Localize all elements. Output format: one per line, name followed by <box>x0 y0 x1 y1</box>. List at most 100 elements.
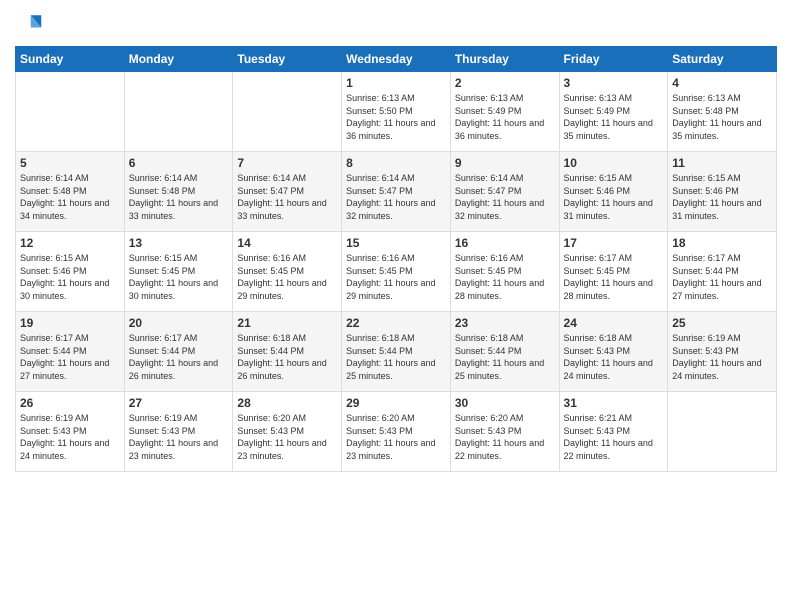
calendar-day-cell <box>124 72 233 152</box>
day-info: Sunrise: 6:18 AM Sunset: 5:44 PM Dayligh… <box>237 332 337 382</box>
calendar-day-cell: 26 Sunrise: 6:19 AM Sunset: 5:43 PM Dayli… <box>16 392 125 472</box>
calendar-day-cell: 15 Sunrise: 6:16 AM Sunset: 5:45 PM Dayli… <box>342 232 451 312</box>
calendar-day-cell: 21 Sunrise: 6:18 AM Sunset: 5:44 PM Dayli… <box>233 312 342 392</box>
day-number: 12 <box>20 236 120 250</box>
calendar-day-cell: 2 Sunrise: 6:13 AM Sunset: 5:49 PM Daylig… <box>450 72 559 152</box>
day-info: Sunrise: 6:14 AM Sunset: 5:47 PM Dayligh… <box>237 172 337 222</box>
calendar-day-cell: 10 Sunrise: 6:15 AM Sunset: 5:46 PM Dayli… <box>559 152 668 232</box>
day-number: 29 <box>346 396 446 410</box>
calendar-day-cell: 27 Sunrise: 6:19 AM Sunset: 5:43 PM Dayli… <box>124 392 233 472</box>
calendar-day-cell: 3 Sunrise: 6:13 AM Sunset: 5:49 PM Daylig… <box>559 72 668 152</box>
logo <box>15 10 47 38</box>
day-number: 28 <box>237 396 337 410</box>
day-info: Sunrise: 6:18 AM Sunset: 5:44 PM Dayligh… <box>455 332 555 382</box>
calendar-day-cell <box>668 392 777 472</box>
calendar-day-cell: 28 Sunrise: 6:20 AM Sunset: 5:43 PM Dayli… <box>233 392 342 472</box>
day-number: 24 <box>564 316 664 330</box>
day-number: 15 <box>346 236 446 250</box>
day-of-week-header: Wednesday <box>342 47 451 72</box>
calendar-day-cell: 6 Sunrise: 6:14 AM Sunset: 5:48 PM Daylig… <box>124 152 233 232</box>
day-number: 23 <box>455 316 555 330</box>
day-number: 4 <box>672 76 772 90</box>
day-info: Sunrise: 6:14 AM Sunset: 5:48 PM Dayligh… <box>20 172 120 222</box>
day-number: 22 <box>346 316 446 330</box>
day-info: Sunrise: 6:15 AM Sunset: 5:46 PM Dayligh… <box>20 252 120 302</box>
day-of-week-header: Thursday <box>450 47 559 72</box>
calendar-header-row: SundayMondayTuesdayWednesdayThursdayFrid… <box>16 47 777 72</box>
page: SundayMondayTuesdayWednesdayThursdayFrid… <box>0 0 792 612</box>
day-info: Sunrise: 6:21 AM Sunset: 5:43 PM Dayligh… <box>564 412 664 462</box>
day-info: Sunrise: 6:20 AM Sunset: 5:43 PM Dayligh… <box>346 412 446 462</box>
calendar-day-cell: 30Sunrise: 6:20 AM Sunset: 5:43 PM Dayli… <box>450 392 559 472</box>
day-number: 6 <box>129 156 229 170</box>
calendar-day-cell: 13 Sunrise: 6:15 AM Sunset: 5:45 PM Dayli… <box>124 232 233 312</box>
day-info: Sunrise: 6:14 AM Sunset: 5:48 PM Dayligh… <box>129 172 229 222</box>
day-info: Sunrise: 6:13 AM Sunset: 5:50 PM Dayligh… <box>346 92 446 142</box>
calendar-week-row: 19 Sunrise: 6:17 AM Sunset: 5:44 PM Dayli… <box>16 312 777 392</box>
calendar-day-cell: 29 Sunrise: 6:20 AM Sunset: 5:43 PM Dayli… <box>342 392 451 472</box>
day-number: 13 <box>129 236 229 250</box>
calendar-day-cell: 20Sunrise: 6:17 AM Sunset: 5:44 PM Dayli… <box>124 312 233 392</box>
calendar-day-cell: 4 Sunrise: 6:13 AM Sunset: 5:48 PM Daylig… <box>668 72 777 152</box>
day-of-week-header: Tuesday <box>233 47 342 72</box>
calendar-day-cell: 9Sunrise: 6:14 AM Sunset: 5:47 PM Daylig… <box>450 152 559 232</box>
day-info: Sunrise: 6:18 AM Sunset: 5:44 PM Dayligh… <box>346 332 446 382</box>
day-info: Sunrise: 6:15 AM Sunset: 5:46 PM Dayligh… <box>564 172 664 222</box>
calendar-day-cell <box>233 72 342 152</box>
day-of-week-header: Monday <box>124 47 233 72</box>
calendar-day-cell: 19 Sunrise: 6:17 AM Sunset: 5:44 PM Dayli… <box>16 312 125 392</box>
calendar-day-cell: 31 Sunrise: 6:21 AM Sunset: 5:43 PM Dayli… <box>559 392 668 472</box>
day-number: 26 <box>20 396 120 410</box>
day-info: Sunrise: 6:16 AM Sunset: 5:45 PM Dayligh… <box>455 252 555 302</box>
calendar-day-cell: 23 Sunrise: 6:18 AM Sunset: 5:44 PM Dayli… <box>450 312 559 392</box>
calendar-day-cell: 7 Sunrise: 6:14 AM Sunset: 5:47 PM Daylig… <box>233 152 342 232</box>
day-number: 20 <box>129 316 229 330</box>
day-info: Sunrise: 6:16 AM Sunset: 5:45 PM Dayligh… <box>346 252 446 302</box>
day-info: Sunrise: 6:19 AM Sunset: 5:43 PM Dayligh… <box>129 412 229 462</box>
calendar-day-cell <box>16 72 125 152</box>
calendar-day-cell: 1 Sunrise: 6:13 AM Sunset: 5:50 PM Daylig… <box>342 72 451 152</box>
day-number: 11 <box>672 156 772 170</box>
day-info: Sunrise: 6:13 AM Sunset: 5:49 PM Dayligh… <box>564 92 664 142</box>
calendar-week-row: 12 Sunrise: 6:15 AM Sunset: 5:46 PM Dayli… <box>16 232 777 312</box>
day-info: Sunrise: 6:19 AM Sunset: 5:43 PM Dayligh… <box>672 332 772 382</box>
day-info: Sunrise: 6:16 AM Sunset: 5:45 PM Dayligh… <box>237 252 337 302</box>
calendar-day-cell: 11 Sunrise: 6:15 AM Sunset: 5:46 PM Dayli… <box>668 152 777 232</box>
day-info: Sunrise: 6:20 AM Sunset: 5:43 PM Dayligh… <box>455 412 555 462</box>
day-info: Sunrise: 6:17 AM Sunset: 5:44 PM Dayligh… <box>20 332 120 382</box>
day-number: 7 <box>237 156 337 170</box>
day-number: 27 <box>129 396 229 410</box>
day-number: 31 <box>564 396 664 410</box>
day-info: Sunrise: 6:13 AM Sunset: 5:49 PM Dayligh… <box>455 92 555 142</box>
day-info: Sunrise: 6:14 AM Sunset: 5:47 PM Dayligh… <box>346 172 446 222</box>
day-number: 16 <box>455 236 555 250</box>
day-number: 19 <box>20 316 120 330</box>
day-number: 21 <box>237 316 337 330</box>
header <box>15 10 777 38</box>
day-info: Sunrise: 6:17 AM Sunset: 5:45 PM Dayligh… <box>564 252 664 302</box>
day-number: 10 <box>564 156 664 170</box>
day-number: 2 <box>455 76 555 90</box>
calendar: SundayMondayTuesdayWednesdayThursdayFrid… <box>15 46 777 472</box>
day-info: Sunrise: 6:20 AM Sunset: 5:43 PM Dayligh… <box>237 412 337 462</box>
day-number: 3 <box>564 76 664 90</box>
day-info: Sunrise: 6:15 AM Sunset: 5:45 PM Dayligh… <box>129 252 229 302</box>
day-info: Sunrise: 6:14 AM Sunset: 5:47 PM Dayligh… <box>455 172 555 222</box>
calendar-day-cell: 25Sunrise: 6:19 AM Sunset: 5:43 PM Dayli… <box>668 312 777 392</box>
calendar-week-row: 5Sunrise: 6:14 AM Sunset: 5:48 PM Daylig… <box>16 152 777 232</box>
calendar-day-cell: 12 Sunrise: 6:15 AM Sunset: 5:46 PM Dayli… <box>16 232 125 312</box>
day-info: Sunrise: 6:15 AM Sunset: 5:46 PM Dayligh… <box>672 172 772 222</box>
day-info: Sunrise: 6:17 AM Sunset: 5:44 PM Dayligh… <box>672 252 772 302</box>
day-info: Sunrise: 6:19 AM Sunset: 5:43 PM Dayligh… <box>20 412 120 462</box>
day-number: 8 <box>346 156 446 170</box>
day-of-week-header: Friday <box>559 47 668 72</box>
day-number: 1 <box>346 76 446 90</box>
calendar-week-row: 26 Sunrise: 6:19 AM Sunset: 5:43 PM Dayli… <box>16 392 777 472</box>
calendar-day-cell: 18Sunrise: 6:17 AM Sunset: 5:44 PM Dayli… <box>668 232 777 312</box>
day-of-week-header: Saturday <box>668 47 777 72</box>
day-number: 14 <box>237 236 337 250</box>
calendar-week-row: 1 Sunrise: 6:13 AM Sunset: 5:50 PM Daylig… <box>16 72 777 152</box>
day-info: Sunrise: 6:13 AM Sunset: 5:48 PM Dayligh… <box>672 92 772 142</box>
day-of-week-header: Sunday <box>16 47 125 72</box>
logo-icon <box>15 10 43 38</box>
